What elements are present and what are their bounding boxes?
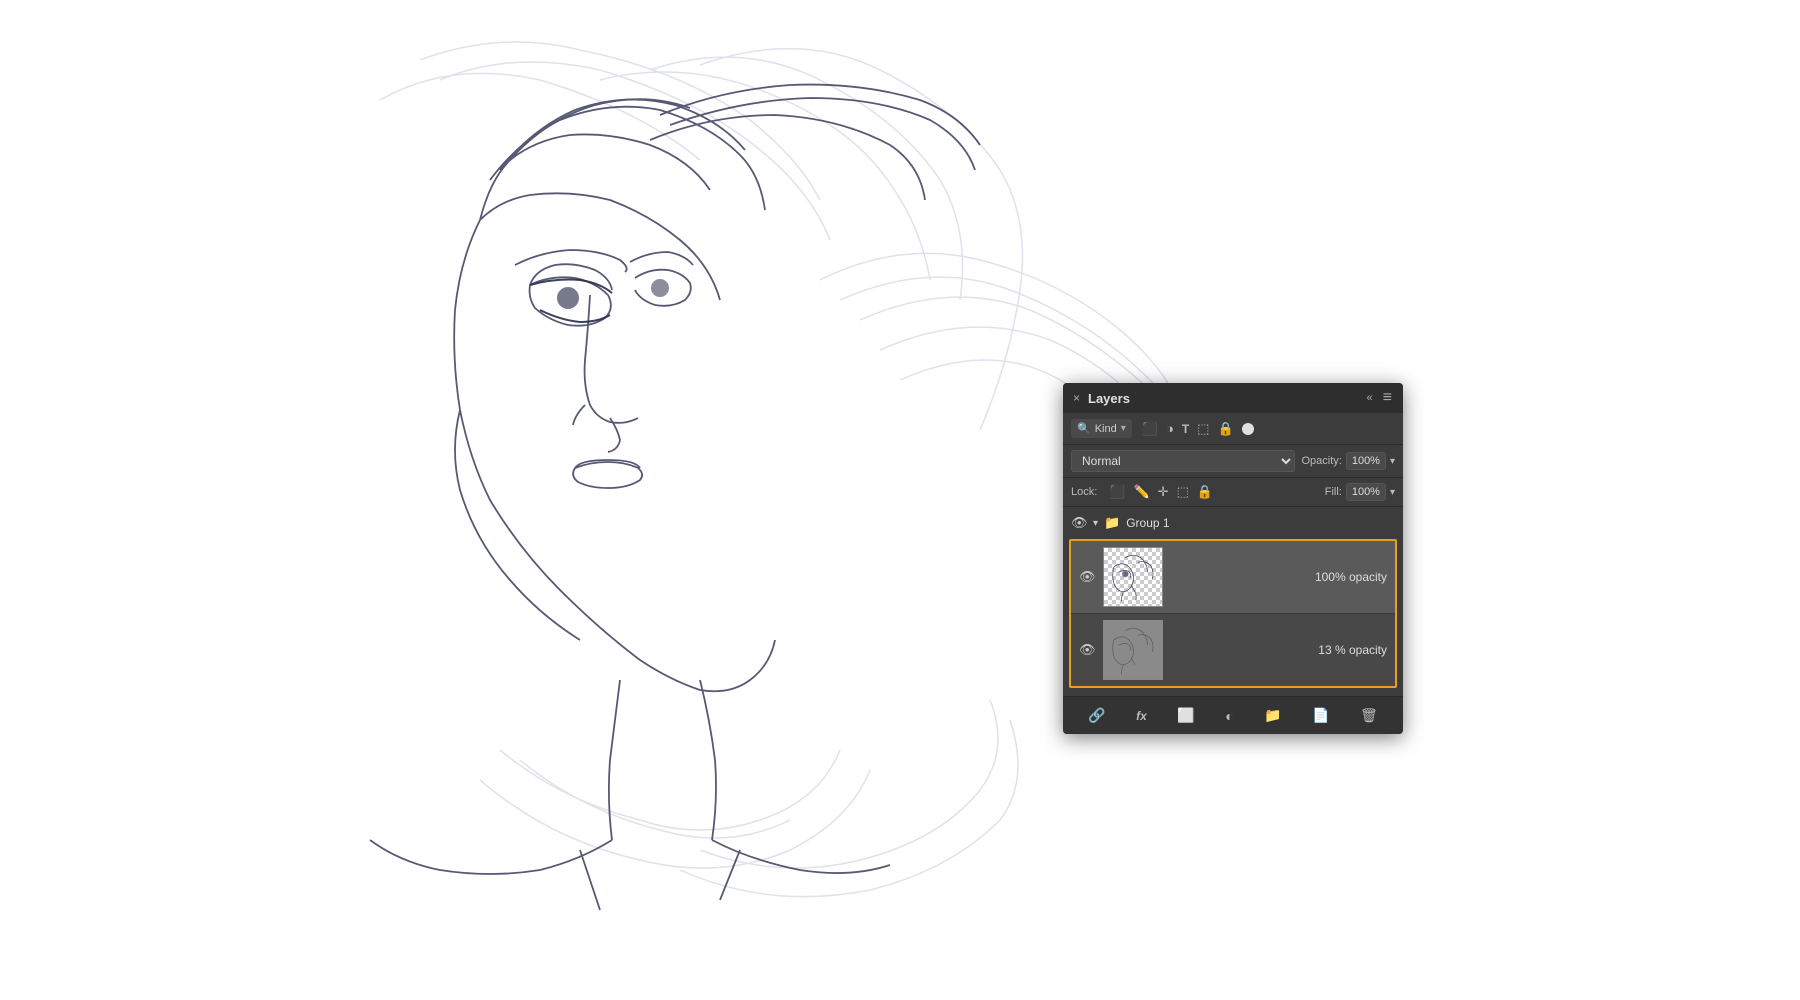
filter-smart-icon[interactable]: 🔒 bbox=[1217, 421, 1233, 437]
fx-button[interactable]: fx bbox=[1132, 707, 1151, 725]
layers-panel: × Layers « ≡ 🔍 Kind ▾ ⬛ ◑ T ⬚ 🔒 Normal M… bbox=[1063, 383, 1403, 734]
opacity-value[interactable]: 100% bbox=[1346, 452, 1386, 470]
layer-1-visibility-icon[interactable]: 👁 bbox=[1079, 569, 1095, 585]
lock-label: Lock: bbox=[1071, 486, 1097, 498]
layer-2-thumbnail bbox=[1103, 620, 1163, 680]
panel-collapse-button[interactable]: « bbox=[1367, 392, 1373, 404]
layer-1-label: 100% opacity bbox=[1171, 570, 1387, 584]
opacity-chevron-icon: ▾ bbox=[1390, 456, 1395, 467]
filter-row: 🔍 Kind ▾ ⬛ ◑ T ⬚ 🔒 bbox=[1063, 413, 1403, 445]
blend-mode-select[interactable]: Normal Multiply Screen Overlay bbox=[1071, 450, 1295, 472]
panel-menu-button[interactable]: ≡ bbox=[1383, 389, 1393, 407]
blend-row: Normal Multiply Screen Overlay Opacity: … bbox=[1063, 445, 1403, 478]
group-folder-icon: 📁 bbox=[1104, 515, 1120, 531]
group-header[interactable]: 👁 ▾ 📁 Group 1 bbox=[1063, 511, 1403, 535]
filter-adjust-icon[interactable]: ◑ bbox=[1166, 421, 1174, 436]
lock-row: Lock: ⬛ ✏️ ✛ ⬚ 🔒 Fill: 100% ▾ bbox=[1063, 478, 1403, 507]
kind-chevron-icon: ▾ bbox=[1121, 423, 1126, 434]
fill-label: Fill: bbox=[1325, 486, 1342, 498]
link-layers-button[interactable]: 🔗 bbox=[1084, 705, 1109, 726]
layer-2-label: 13 % opacity bbox=[1171, 643, 1387, 657]
fill-value[interactable]: 100% bbox=[1346, 483, 1386, 501]
fill-group: Fill: 100% ▾ bbox=[1325, 483, 1395, 501]
panel-title-left: × Layers bbox=[1073, 391, 1130, 406]
search-icon: 🔍 bbox=[1077, 422, 1091, 435]
filter-pixel-icon[interactable]: ⬛ bbox=[1142, 421, 1158, 437]
lock-transparent-icon[interactable]: ⬛ bbox=[1109, 484, 1125, 500]
panel-toolbar: 🔗 fx ⬜ ◐ 📁 📄 🗑 bbox=[1063, 696, 1403, 734]
layer-2-visibility-icon[interactable]: 👁 bbox=[1079, 642, 1095, 658]
sketch-drawing bbox=[0, 0, 1800, 1000]
lock-image-icon[interactable]: ✏️ bbox=[1133, 484, 1149, 500]
layer-1-thumbnail bbox=[1103, 547, 1163, 607]
new-layer-button[interactable]: 📄 bbox=[1308, 705, 1333, 726]
new-adjustment-button[interactable]: ◐ bbox=[1221, 706, 1237, 726]
new-group-button[interactable]: 📁 bbox=[1260, 705, 1285, 726]
group-name-label: Group 1 bbox=[1126, 516, 1169, 530]
kind-label: Kind bbox=[1095, 423, 1117, 435]
panel-title: Layers bbox=[1088, 391, 1130, 406]
panel-titlebar: × Layers « ≡ bbox=[1063, 383, 1403, 413]
layers-list: 👁 ▾ 📁 Group 1 👁 bbox=[1063, 507, 1403, 696]
layer-row[interactable]: 👁 100% opacity bbox=[1071, 541, 1395, 614]
opacity-group: Opacity: 100% ▾ bbox=[1301, 452, 1395, 470]
add-mask-button[interactable]: ⬜ bbox=[1173, 705, 1198, 726]
filter-type-icon[interactable]: T bbox=[1182, 422, 1189, 436]
opacity-label: Opacity: bbox=[1301, 455, 1341, 467]
filter-icons: ⬛ ◑ T ⬚ 🔒 bbox=[1142, 421, 1254, 437]
fill-chevron-icon: ▾ bbox=[1390, 487, 1395, 498]
filter-search-box[interactable]: 🔍 Kind ▾ bbox=[1071, 419, 1132, 438]
lock-artboard-icon[interactable]: ⬚ bbox=[1177, 484, 1189, 500]
lock-position-icon[interactable]: ✛ bbox=[1158, 484, 1169, 500]
layers-container: 👁 100% opacity bbox=[1069, 539, 1397, 688]
layer-row[interactable]: 👁 13 % opacity bbox=[1071, 614, 1395, 686]
filter-circle-indicator bbox=[1242, 423, 1254, 435]
group-visibility-icon[interactable]: 👁 bbox=[1071, 515, 1087, 531]
panel-close-button[interactable]: × bbox=[1073, 391, 1080, 405]
group-expand-icon[interactable]: ▾ bbox=[1093, 518, 1098, 529]
lock-all-icon[interactable]: 🔒 bbox=[1197, 484, 1213, 500]
canvas-area bbox=[0, 0, 1800, 1000]
delete-layer-button[interactable]: 🗑 bbox=[1356, 705, 1382, 726]
filter-shape-icon[interactable]: ⬚ bbox=[1197, 421, 1209, 437]
